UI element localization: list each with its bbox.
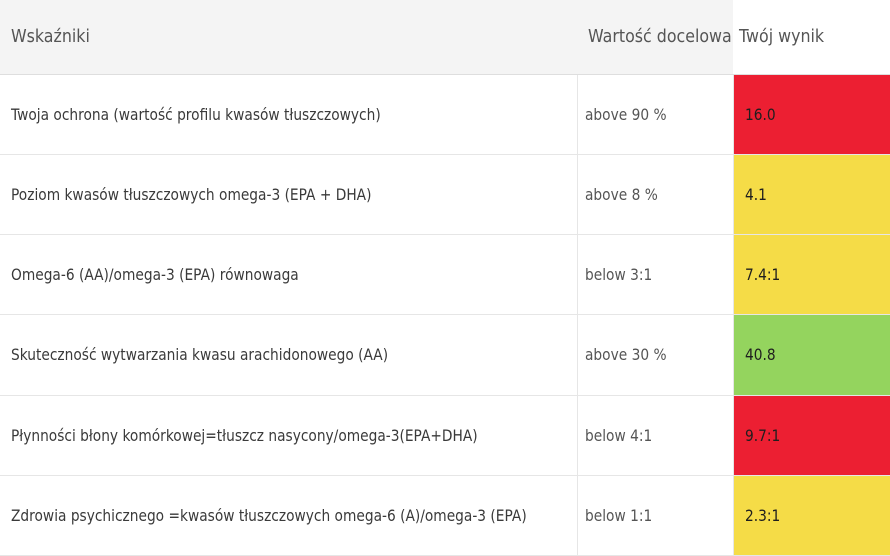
indicator-cell: Poziom kwasów tłuszczowych omega-3 (EPA … [0, 154, 578, 236]
score-cell: 7.4:1 [733, 234, 890, 316]
table-row: Skuteczność wytwarzania kwasu arachidono… [0, 314, 890, 396]
score-cell: 40.8 [733, 314, 890, 396]
table-body: Twoja ochrona (wartość profilu kwasów tł… [0, 74, 890, 556]
score-cell: 9.7:1 [733, 395, 890, 476]
target-text: below 3:1 [584, 265, 652, 285]
target-cell: above 90 % [577, 74, 734, 155]
indicator-cell: Skuteczność wytwarzania kwasu arachidono… [0, 314, 578, 396]
score-text: 4.1 [744, 184, 767, 204]
indicator-text: Płynności błony komórkowej=tłuszcz nasyc… [11, 425, 478, 445]
indicator-text: Twoja ochrona (wartość profilu kwasów tł… [11, 104, 381, 124]
score-text: 16.0 [744, 104, 776, 124]
score-cell: 4.1 [733, 154, 890, 236]
header-score: Twój wynik [733, 0, 890, 75]
results-table: Wskaźniki Wartość docelowa Twój wynik Tw… [0, 0, 890, 556]
target-text: above 90 % [584, 104, 667, 124]
indicator-text: Zdrowia psychicznego =kwasów tłuszczowyc… [11, 505, 527, 525]
score-text: 2.3:1 [744, 505, 780, 525]
target-cell: above 8 % [577, 154, 734, 236]
indicator-cell: Omega-6 (AA)/omega-3 (EPA) równowaga [0, 234, 578, 316]
indicator-text: Poziom kwasów tłuszczowych omega-3 (EPA … [11, 184, 372, 204]
score-cell: 2.3:1 [733, 475, 890, 556]
score-text: 9.7:1 [744, 425, 780, 445]
target-text: above 30 % [584, 345, 667, 365]
header-indicator-label: Wskaźniki [11, 26, 90, 48]
header-row: Wskaźniki Wartość docelowa Twój wynik [0, 0, 890, 75]
target-cell: below 3:1 [577, 234, 734, 316]
score-cell: 16.0 [733, 74, 890, 155]
score-text: 7.4:1 [744, 265, 780, 285]
table-header: Wskaźniki Wartość docelowa Twój wynik [0, 0, 890, 75]
table-row: Omega-6 (AA)/omega-3 (EPA) równowaga bel… [0, 234, 890, 316]
table-row: Płynności błony komórkowej=tłuszcz nasyc… [0, 395, 890, 476]
target-text: below 1:1 [584, 505, 652, 525]
table-row: Zdrowia psychicznego =kwasów tłuszczowyc… [0, 475, 890, 556]
indicator-text: Omega-6 (AA)/omega-3 (EPA) równowaga [11, 265, 299, 285]
indicator-cell: Płynności błony komórkowej=tłuszcz nasyc… [0, 395, 578, 476]
header-indicator: Wskaźniki [0, 0, 577, 75]
header-target-label: Wartość docelowa [588, 26, 732, 48]
indicator-cell: Zdrowia psychicznego =kwasów tłuszczowyc… [0, 475, 578, 556]
target-cell: below 1:1 [577, 475, 734, 556]
target-text: below 4:1 [584, 425, 652, 445]
score-text: 40.8 [744, 345, 776, 365]
target-cell: above 30 % [577, 314, 734, 396]
header-score-label: Twój wynik [739, 26, 825, 48]
target-text: above 8 % [584, 184, 658, 204]
table-row: Twoja ochrona (wartość profilu kwasów tł… [0, 74, 890, 155]
indicator-text: Skuteczność wytwarzania kwasu arachidono… [11, 345, 389, 365]
target-cell: below 4:1 [577, 395, 734, 476]
indicator-cell: Twoja ochrona (wartość profilu kwasów tł… [0, 74, 578, 155]
table-row: Poziom kwasów tłuszczowych omega-3 (EPA … [0, 154, 890, 236]
header-target: Wartość docelowa [577, 0, 733, 75]
